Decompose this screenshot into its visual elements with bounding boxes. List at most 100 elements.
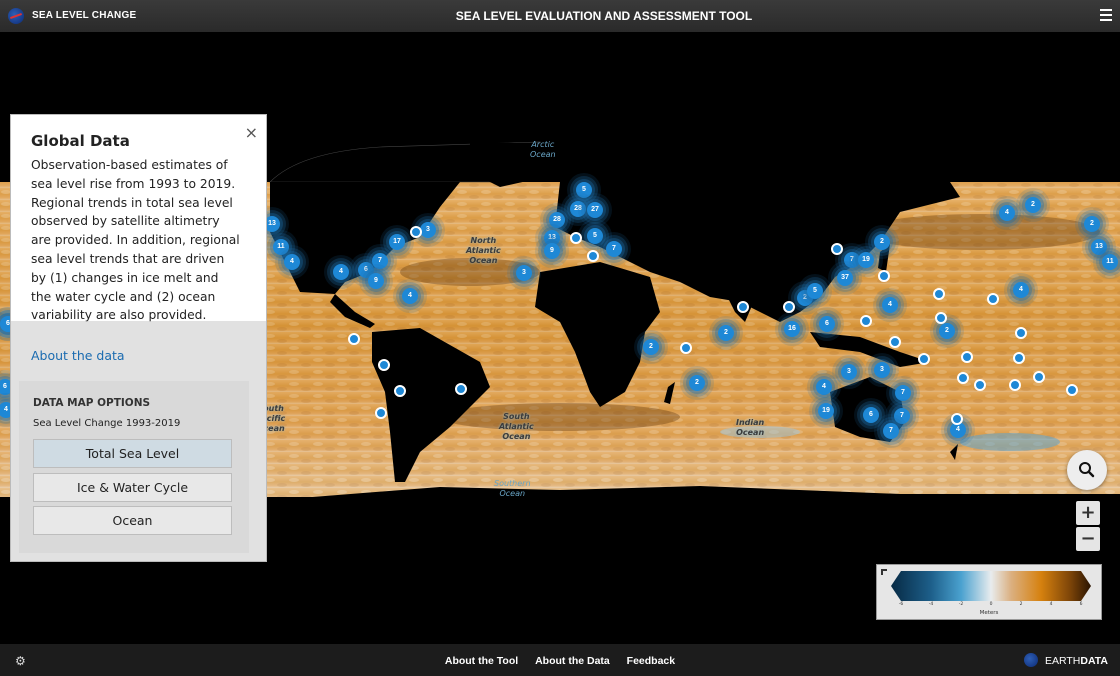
cluster-marker[interactable]: 9 (368, 273, 384, 289)
cluster-marker[interactable]: 4 (333, 264, 349, 280)
cluster-marker[interactable]: 4 (1013, 282, 1029, 298)
cluster-marker[interactable]: 2 (689, 375, 705, 391)
about-tool-link[interactable]: About the Tool (445, 655, 518, 667)
location-marker[interactable] (951, 413, 963, 425)
cluster-marker[interactable]: 4 (402, 288, 418, 304)
cluster-marker[interactable]: 7 (894, 408, 910, 424)
data-map-options: DATA MAP OPTIONS Sea Level Change 1993-2… (19, 381, 249, 553)
about-data-link[interactable]: About the data (31, 348, 125, 363)
location-marker[interactable] (737, 301, 749, 313)
cluster-marker[interactable]: 2 (874, 234, 890, 250)
options-title: DATA MAP OPTIONS (33, 397, 151, 409)
close-icon[interactable]: × (245, 125, 258, 141)
search-button[interactable] (1067, 450, 1107, 490)
location-marker[interactable] (935, 312, 947, 324)
location-marker[interactable] (878, 270, 890, 282)
total-sea-level-button[interactable]: Total Sea Level (33, 439, 232, 468)
location-marker[interactable] (987, 293, 999, 305)
zoom-out-button[interactable]: − (1076, 527, 1100, 551)
ice-water-cycle-button[interactable]: Ice & Water Cycle (33, 473, 232, 502)
cluster-marker[interactable]: 11 (1102, 254, 1118, 270)
location-marker[interactable] (783, 301, 795, 313)
legend-tick: -2 (958, 602, 964, 607)
cluster-marker[interactable]: 4 (999, 205, 1015, 221)
legend-ticks: -6 -4 -2 0 2 4 6 (891, 602, 1091, 610)
location-marker[interactable] (1009, 379, 1021, 391)
location-marker[interactable] (680, 342, 692, 354)
location-marker[interactable] (918, 353, 930, 365)
cluster-marker[interactable]: 2 (1025, 197, 1041, 213)
location-marker[interactable] (974, 379, 986, 391)
cluster-marker[interactable]: 17 (389, 234, 405, 250)
cluster-marker[interactable]: 28 (549, 212, 565, 228)
location-marker[interactable] (378, 359, 390, 371)
cluster-marker[interactable]: 3 (874, 362, 890, 378)
cluster-marker[interactable]: 9 (544, 243, 560, 259)
location-marker[interactable] (394, 385, 406, 397)
about-data-footer-link[interactable]: About the Data (535, 655, 610, 667)
location-marker[interactable] (587, 250, 599, 262)
earthdata-suffix: DATA (1080, 655, 1108, 667)
cluster-marker[interactable]: 13 (1091, 239, 1107, 255)
cluster-marker[interactable]: 16 (784, 321, 800, 337)
nasa-logo-icon[interactable] (1024, 653, 1038, 667)
cluster-marker[interactable]: 5 (587, 228, 603, 244)
footer: ⚙ About the Tool About the Data Feedback… (0, 644, 1120, 676)
location-marker[interactable] (348, 333, 360, 345)
location-marker[interactable] (1066, 384, 1078, 396)
ocean-label-south-atlantic: South Atlantic Ocean (499, 412, 534, 441)
hamburger-menu-icon[interactable] (1100, 9, 1112, 22)
cluster-marker[interactable]: 6 (863, 407, 879, 423)
ocean-button[interactable]: Ocean (33, 506, 232, 535)
cluster-marker[interactable]: 2 (1084, 216, 1100, 232)
legend-tick: 6 (1079, 602, 1083, 607)
cluster-marker[interactable]: 28 (570, 201, 586, 217)
cluster-marker[interactable]: 5 (576, 182, 592, 198)
cluster-marker[interactable]: 3 (420, 222, 436, 238)
cluster-marker[interactable]: 6 (819, 316, 835, 332)
legend-corner-icon (881, 569, 887, 575)
cluster-marker[interactable]: 7 (372, 253, 388, 269)
location-marker[interactable] (961, 351, 973, 363)
ocean-label-southern: Southern Ocean (494, 479, 531, 498)
cluster-marker[interactable]: 2 (643, 339, 659, 355)
cluster-marker[interactable]: 19 (818, 403, 834, 419)
location-marker[interactable] (1015, 327, 1027, 339)
legend-tick: 4 (1049, 602, 1053, 607)
panel-title: Global Data (31, 132, 130, 150)
earthdata-logo[interactable]: EARTHDATA (1045, 655, 1108, 667)
location-marker[interactable] (1033, 371, 1045, 383)
location-marker[interactable] (410, 226, 422, 238)
feedback-link[interactable]: Feedback (627, 655, 675, 667)
cluster-marker[interactable]: 3 (516, 265, 532, 281)
location-marker[interactable] (957, 372, 969, 384)
earthdata-prefix: EARTH (1044, 655, 1081, 667)
cluster-marker[interactable]: 4 (882, 297, 898, 313)
location-marker[interactable] (455, 383, 467, 395)
cluster-marker[interactable]: 11 (273, 239, 289, 255)
cluster-marker[interactable]: 7 (883, 423, 899, 439)
cluster-marker[interactable]: 7 (606, 241, 622, 257)
cluster-marker[interactable]: 4 (816, 379, 832, 395)
cluster-marker[interactable]: 19 (858, 252, 874, 268)
location-marker[interactable] (1013, 352, 1025, 364)
cluster-marker[interactable]: 37 (837, 270, 853, 286)
location-marker[interactable] (375, 407, 387, 419)
cluster-marker[interactable]: 3 (841, 364, 857, 380)
cluster-marker[interactable]: 7 (895, 385, 911, 401)
location-marker[interactable] (860, 315, 872, 327)
ocean-label-indian: Indian Ocean (736, 418, 765, 437)
cluster-marker[interactable]: 2 (718, 325, 734, 341)
location-marker[interactable] (889, 336, 901, 348)
location-marker[interactable] (831, 243, 843, 255)
legend-colorbar (891, 571, 1091, 601)
location-marker[interactable] (570, 232, 582, 244)
cluster-marker[interactable]: 2 (939, 323, 955, 339)
cluster-marker[interactable]: 27 (587, 202, 603, 218)
top-bar: SEA LEVEL CHANGE SEA LEVEL EVALUATION AN… (0, 0, 1120, 32)
location-marker[interactable] (933, 288, 945, 300)
zoom-in-button[interactable]: + (1076, 501, 1100, 525)
panel-description: Observation-based estimates of sea level… (31, 158, 240, 323)
cluster-marker[interactable]: 4 (284, 254, 300, 270)
cluster-marker[interactable]: 5 (807, 283, 823, 299)
